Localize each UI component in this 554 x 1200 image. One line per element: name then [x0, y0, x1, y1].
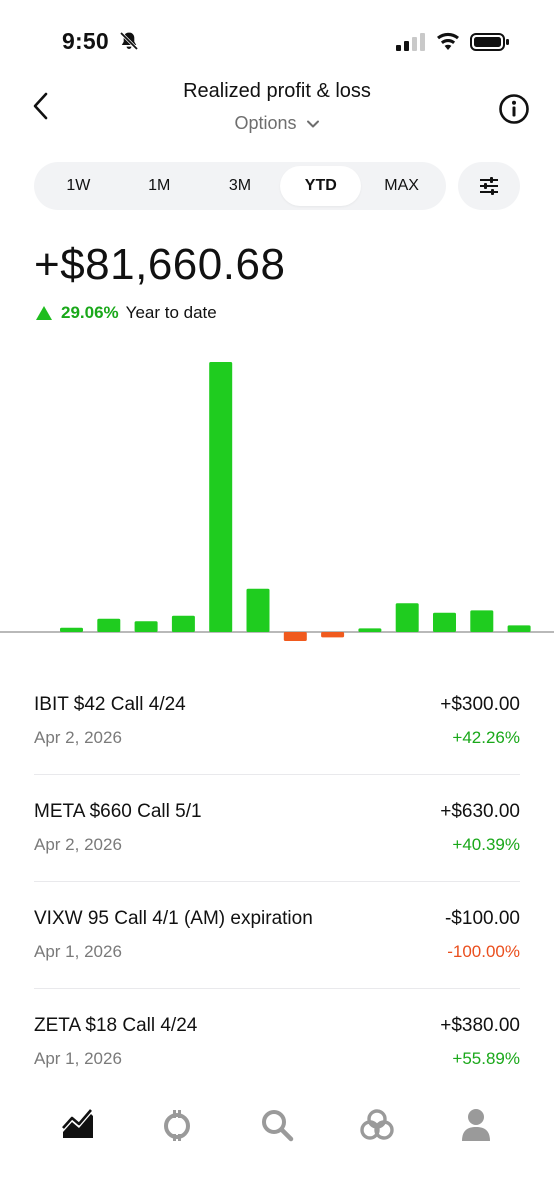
- chart-bar[interactable]: [507, 625, 531, 632]
- chart-bar[interactable]: [171, 615, 195, 632]
- nav-network[interactable]: [347, 1095, 407, 1155]
- transaction-date: Apr 2, 2026: [34, 835, 122, 854]
- transaction-percent: +42.26%: [452, 728, 520, 747]
- cellular-signal-icon: [396, 33, 425, 51]
- transaction-percent: -100.00%: [447, 942, 520, 961]
- chart-bar[interactable]: [283, 632, 307, 641]
- chart-bar[interactable]: [97, 618, 121, 632]
- range-tab-1m[interactable]: 1M: [119, 166, 200, 206]
- transaction-date: Apr 1, 2026: [34, 942, 122, 961]
- time-range-selector: 1W 1M 3M YTD MAX: [34, 162, 446, 210]
- chart-bar[interactable]: [209, 362, 233, 632]
- range-tab-max[interactable]: MAX: [361, 166, 442, 206]
- transaction-name: VIXW 95 Call 4/1 (AM) expiration: [34, 908, 313, 929]
- account-icon: [462, 1109, 491, 1141]
- nav-search[interactable]: [247, 1095, 307, 1155]
- transaction-row[interactable]: VIXW 95 Call 4/1 (AM) expiration Apr 1, 2…: [34, 882, 520, 989]
- transaction-date: Apr 1, 2026: [34, 1049, 122, 1068]
- up-triangle-icon: [36, 306, 52, 320]
- change-summary: 29.06% Year to date: [36, 303, 217, 323]
- asset-type-label: Options: [234, 113, 297, 133]
- chart-bar[interactable]: [358, 628, 382, 632]
- bell-muted-icon: [119, 31, 139, 51]
- chart-bar[interactable]: [395, 603, 419, 632]
- chart-bar[interactable]: [60, 627, 83, 632]
- nav-crypto[interactable]: [147, 1095, 207, 1155]
- transaction-row[interactable]: IBIT $42 Call 4/24 Apr 2, 2026 +$300.00 +42…: [34, 668, 520, 775]
- asset-type-dropdown[interactable]: Options: [0, 113, 554, 134]
- transaction-name: ZETA $18 Call 4/24: [34, 1015, 198, 1036]
- transaction-row[interactable]: META $660 Call 5/1 Apr 2, 2026 +$630.00 +40…: [34, 775, 520, 882]
- info-icon[interactable]: [498, 93, 530, 125]
- transaction-name: META $660 Call 5/1: [34, 801, 202, 822]
- chart-bar[interactable]: [134, 621, 158, 632]
- network-icon: [359, 1109, 394, 1140]
- transaction-percent: +55.89%: [452, 1049, 520, 1068]
- chart-bar[interactable]: [321, 632, 345, 638]
- status-bar: 9:50: [0, 0, 554, 80]
- range-tab-3m[interactable]: 3M: [200, 166, 281, 206]
- bottom-navigation: [0, 1085, 554, 1165]
- transaction-percent: +40.39%: [452, 835, 520, 854]
- transactions-list: IBIT $42 Call 4/24 Apr 2, 2026 +$300.00 +42…: [34, 668, 520, 1096]
- transaction-row[interactable]: ZETA $18 Call 4/24 Apr 1, 2026 +$380.00 +55…: [34, 989, 520, 1096]
- page-title: Realized profit & loss: [183, 80, 371, 102]
- chart-bar[interactable]: [433, 612, 456, 632]
- nav-investing[interactable]: [48, 1095, 108, 1155]
- status-time: 9:50: [62, 28, 109, 54]
- wifi-icon: [437, 32, 459, 50]
- transaction-name: IBIT $42 Call 4/24: [34, 694, 186, 715]
- search-icon: [261, 1110, 294, 1142]
- filter-button[interactable]: [458, 162, 520, 210]
- crypto-icon: [164, 1110, 191, 1141]
- transaction-date: Apr 2, 2026: [34, 728, 122, 747]
- investing-icon: [61, 1109, 93, 1138]
- transaction-amount: +$630.00: [440, 801, 520, 822]
- chevron-down-icon: [306, 120, 319, 128]
- chart-bar[interactable]: [246, 588, 270, 632]
- chart-bar[interactable]: [470, 610, 494, 632]
- range-tab-1w[interactable]: 1W: [38, 166, 119, 206]
- battery-icon: [470, 33, 509, 51]
- sliders-icon: [480, 177, 498, 195]
- total-realized-pl: +$81,660.68: [34, 240, 286, 289]
- transaction-amount: -$100.00: [444, 908, 520, 929]
- pl-bar-chart: [0, 362, 554, 641]
- range-tab-ytd[interactable]: YTD: [280, 166, 362, 206]
- change-percent: 29.06%: [61, 303, 119, 322]
- nav-account[interactable]: [446, 1095, 506, 1155]
- transaction-amount: +$300.00: [440, 694, 520, 715]
- transaction-amount: +$380.00: [440, 1015, 520, 1036]
- change-period-label: Year to date: [125, 303, 217, 322]
